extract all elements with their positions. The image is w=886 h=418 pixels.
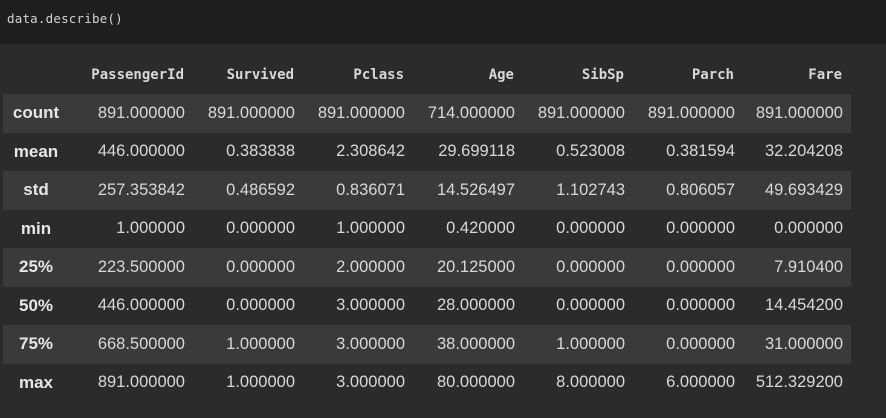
table-cell: 2.000000 (336, 257, 405, 276)
table-cell: 446.000000 (97, 142, 185, 161)
table-cell: 80.000000 (437, 373, 515, 392)
table-cell: 14.526497 (437, 180, 515, 199)
table-row: max 891.000000 1.000000 3.000000 80.0000… (3, 363, 851, 402)
table-cell: 1.000000 (226, 334, 295, 353)
table-cell: 0.000000 (556, 257, 625, 276)
table-cell: 2.308642 (336, 142, 405, 161)
column-header: Survived (226, 67, 294, 83)
table-row: count 891.000000 891.000000 891.000000 7… (3, 94, 851, 133)
table-cell: 0.000000 (666, 257, 735, 276)
table-cell: 446.000000 (97, 296, 185, 315)
table-cell: 8.000000 (556, 373, 625, 392)
table-cell: 0.000000 (666, 334, 735, 353)
row-index: count (12, 103, 60, 123)
table-cell: 1.000000 (116, 219, 185, 238)
row-index: mean (13, 141, 59, 161)
table-cell: 0.381594 (666, 142, 735, 161)
code-cell-source[interactable]: data.describe() (7, 11, 886, 26)
table-row: 25% 223.500000 0.000000 2.000000 20.1250… (3, 248, 851, 287)
column-header: SibSp (581, 67, 624, 83)
table-cell: 891.000000 (317, 103, 405, 122)
table-cell: 891.000000 (755, 103, 843, 122)
table-row: 50% 446.000000 0.000000 3.000000 28.0000… (3, 286, 851, 325)
table-cell: 0.000000 (226, 219, 295, 238)
table-cell: 891.000000 (647, 103, 735, 122)
table-cell: 7.910400 (774, 257, 843, 276)
table-cell: 38.000000 (437, 334, 515, 353)
table-row: mean 446.000000 0.383838 2.308642 29.699… (3, 132, 851, 171)
table-cell: 31.000000 (765, 334, 843, 353)
table-cell: 0.806057 (666, 180, 735, 199)
row-index: 50% (18, 295, 54, 315)
row-index: max (18, 372, 54, 392)
table-cell: 0.000000 (666, 296, 735, 315)
table-cell: 32.204208 (765, 142, 843, 161)
column-header: Age (488, 67, 514, 83)
column-header: Parch (691, 67, 734, 83)
table-cell: 714.000000 (427, 103, 515, 122)
table-cell: 0.383838 (226, 142, 295, 161)
table-cell: 3.000000 (336, 373, 405, 392)
table-cell: 0.486592 (226, 180, 295, 199)
output-area: PassengerId Survived Pclass Age SibSp Pa… (0, 44, 886, 418)
table-header: PassengerId Survived Pclass Age SibSp Pa… (3, 56, 851, 94)
table-cell: 6.000000 (666, 373, 735, 392)
table-cell: 0.523008 (556, 142, 625, 161)
table-cell: 3.000000 (336, 296, 405, 315)
table-cell: 891.000000 (537, 103, 625, 122)
table-cell: 0.000000 (556, 296, 625, 315)
table-row: std 257.353842 0.486592 0.836071 14.5264… (3, 171, 851, 210)
table-cell: 28.000000 (437, 296, 515, 315)
table-cell: 0.000000 (556, 219, 625, 238)
table-row: 75% 668.500000 1.000000 3.000000 38.0000… (3, 325, 851, 364)
table-row: min 1.000000 0.000000 1.000000 0.420000 … (3, 209, 851, 248)
column-header: Fare (808, 67, 842, 83)
table-cell: 891.000000 (97, 373, 185, 392)
table-header-row: PassengerId Survived Pclass Age SibSp Pa… (3, 56, 851, 94)
table-cell: 1.102743 (556, 180, 625, 199)
row-index: min (20, 218, 52, 238)
table-cell: 223.500000 (97, 257, 185, 276)
notebook-page: data.describe() PassengerId Survived Pcl… (0, 0, 886, 418)
table-cell: 668.500000 (97, 334, 185, 353)
table-cell: 1.000000 (556, 334, 625, 353)
table-cell: 0.000000 (226, 257, 295, 276)
row-index: 75% (18, 334, 54, 354)
table-cell: 0.000000 (666, 219, 735, 238)
table-cell: 0.836071 (336, 180, 405, 199)
table-cell: 891.000000 (207, 103, 295, 122)
table-cell: 49.693429 (765, 180, 843, 199)
row-index: std (23, 180, 49, 200)
row-index: 25% (18, 257, 54, 277)
table-cell: 3.000000 (336, 334, 405, 353)
table-cell: 0.000000 (774, 219, 843, 238)
column-header: Pclass (353, 67, 404, 83)
table-cell: 512.329200 (755, 373, 843, 392)
table-cell: 257.353842 (97, 180, 185, 199)
table-cell: 0.420000 (446, 219, 515, 238)
code-cell[interactable]: data.describe() (0, 0, 886, 44)
table-cell: 1.000000 (336, 219, 405, 238)
table-cell: 891.000000 (97, 103, 185, 122)
index-header-cell (3, 56, 69, 94)
table-cell: 1.000000 (226, 373, 295, 392)
column-header: PassengerId (91, 67, 184, 83)
table-cell: 29.699118 (438, 142, 515, 161)
table-cell: 0.000000 (226, 296, 295, 315)
table-cell: 14.454200 (765, 296, 843, 315)
table-cell: 20.125000 (437, 257, 515, 276)
table-body: count 891.000000 891.000000 891.000000 7… (3, 94, 851, 402)
describe-table: PassengerId Survived Pclass Age SibSp Pa… (3, 56, 851, 402)
